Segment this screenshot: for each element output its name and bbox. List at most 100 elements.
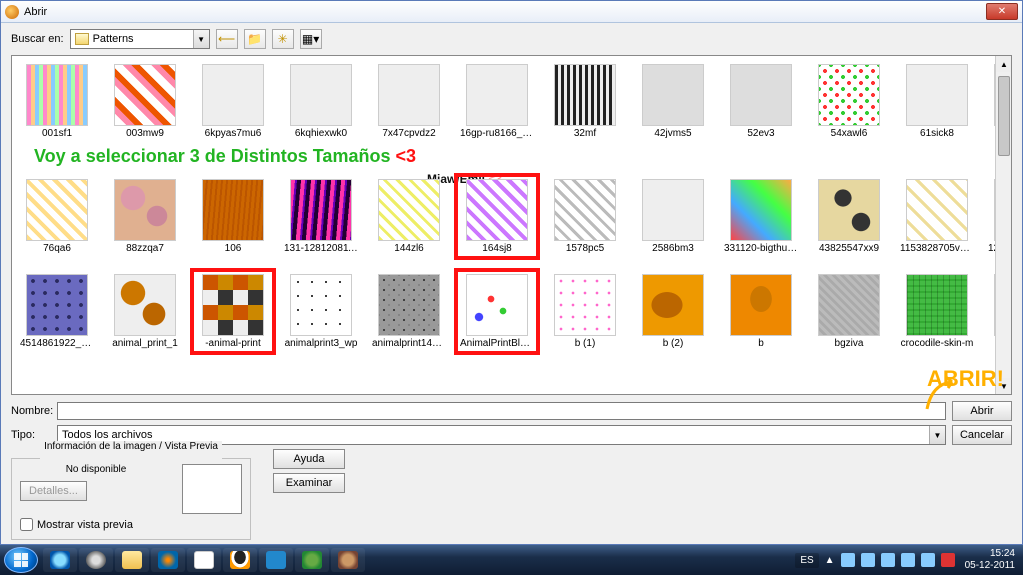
file-item[interactable]: 6kqhiexwk0 bbox=[284, 64, 358, 139]
file-item[interactable]: 6kpyas7mu6 bbox=[196, 64, 270, 139]
file-label: 76qa6 bbox=[20, 243, 94, 254]
file-label: animalprint3_wp bbox=[284, 338, 358, 349]
file-item[interactable]: 001sf1 bbox=[20, 64, 94, 139]
file-item[interactable]: 52ev3 bbox=[724, 64, 798, 139]
start-button[interactable] bbox=[4, 547, 38, 573]
file-label: 6kqhiexwk0 bbox=[284, 128, 358, 139]
file-item[interactable]: 144zl6 bbox=[372, 179, 446, 254]
taskbar-tux-icon[interactable] bbox=[223, 548, 257, 572]
file-item[interactable]: 1153828705v2h9S7 bbox=[900, 179, 974, 254]
taskbar-app2-icon[interactable] bbox=[331, 548, 365, 572]
file-thumbnail bbox=[290, 179, 352, 241]
close-button[interactable]: ✕ bbox=[986, 3, 1018, 20]
file-item[interactable]: 16gp-ru8166_md bbox=[460, 64, 534, 139]
taskbar-ie-icon[interactable] bbox=[43, 548, 77, 572]
new-folder-button[interactable]: ✳ bbox=[272, 29, 294, 49]
back-button[interactable]: ⟵ bbox=[216, 29, 238, 49]
file-label: b (1) bbox=[548, 338, 622, 349]
help-button[interactable]: Ayuda bbox=[273, 449, 345, 469]
file-label: 144zl6 bbox=[372, 243, 446, 254]
file-item[interactable]: 88zzqa7 bbox=[108, 179, 182, 254]
file-thumbnail bbox=[202, 64, 264, 126]
preview-not-available: No disponible bbox=[20, 464, 172, 475]
scroll-up-icon[interactable]: ▲ bbox=[996, 56, 1012, 72]
show-hidden-icon[interactable]: ▲ bbox=[825, 555, 835, 566]
taskbar-wmp-icon[interactable] bbox=[151, 548, 185, 572]
chevron-down-icon[interactable]: ▼ bbox=[929, 426, 945, 444]
file-list[interactable]: 001sf1 003mw9 6kpyas7mu6 6kqhiexwk0 7x47cpvd… bbox=[11, 55, 1012, 395]
vertical-scrollbar[interactable]: ▲ ▼ bbox=[995, 56, 1011, 394]
file-label: 003mw9 bbox=[108, 128, 182, 139]
file-item[interactable]: 2586bm3 bbox=[636, 179, 710, 254]
tray-volume-icon[interactable] bbox=[881, 553, 895, 567]
open-button[interactable]: Abrir bbox=[952, 401, 1012, 421]
cancel-button[interactable]: Cancelar bbox=[952, 425, 1012, 445]
file-label: 43825547xx9 bbox=[812, 243, 886, 254]
app-icon bbox=[5, 5, 19, 19]
file-item[interactable]: b bbox=[724, 274, 798, 349]
file-item[interactable]: 42jvms5 bbox=[636, 64, 710, 139]
file-thumbnail bbox=[642, 179, 704, 241]
file-item[interactable]: 61sick8 bbox=[900, 64, 974, 139]
file-label: 164sj8 bbox=[460, 243, 534, 254]
file-thumbnail bbox=[466, 64, 528, 126]
file-item[interactable]: AnimalPrintBlog... bbox=[460, 274, 534, 349]
scrollbar-thumb[interactable] bbox=[998, 76, 1010, 156]
file-item[interactable]: 003mw9 bbox=[108, 64, 182, 139]
file-item[interactable]: 54xawl6 bbox=[812, 64, 886, 139]
file-thumbnail bbox=[378, 179, 440, 241]
file-item[interactable]: animalprint14_wp bbox=[372, 274, 446, 349]
file-item[interactable]: b (2) bbox=[636, 274, 710, 349]
file-item[interactable]: 4514861922_e1b... bbox=[20, 274, 94, 349]
taskbar-hp-icon[interactable] bbox=[79, 548, 113, 572]
filename-input[interactable] bbox=[57, 402, 946, 420]
file-label: 52ev3 bbox=[724, 128, 798, 139]
file-thumbnail bbox=[906, 274, 968, 336]
file-item[interactable]: bgziva bbox=[812, 274, 886, 349]
folder-combo[interactable]: Patterns ▼ bbox=[70, 29, 210, 49]
taskbar-notepad-icon[interactable] bbox=[187, 548, 221, 572]
tray-ati-icon[interactable] bbox=[941, 553, 955, 567]
file-label: 1153828705v2h9S7 bbox=[900, 243, 974, 254]
file-item[interactable]: 164sj8 bbox=[460, 179, 534, 254]
file-item[interactable]: animal_print_1 bbox=[108, 274, 182, 349]
file-thumbnail bbox=[818, 179, 880, 241]
file-item[interactable]: 331120-bigthum... bbox=[724, 179, 798, 254]
chevron-down-icon[interactable]: ▼ bbox=[193, 30, 209, 48]
file-thumbnail bbox=[642, 64, 704, 126]
browse-button[interactable]: Examinar bbox=[273, 473, 345, 493]
file-item[interactable]: 106 bbox=[196, 179, 270, 254]
tray-bluetooth-icon[interactable] bbox=[921, 553, 935, 567]
taskbar-explorer-icon[interactable] bbox=[115, 548, 149, 572]
lookin-toolbar: Buscar en: Patterns ▼ ⟵ 📁 ✳ ▦▾ bbox=[11, 29, 1012, 49]
file-label: 16gp-ru8166_md bbox=[460, 128, 534, 139]
file-item[interactable]: 32mf bbox=[548, 64, 622, 139]
taskbar-clock[interactable]: 15:24 05-12-2011 bbox=[961, 548, 1019, 572]
file-label: crocodile-skin-m bbox=[900, 338, 974, 349]
tray-icon[interactable] bbox=[841, 553, 855, 567]
file-thumbnail bbox=[26, 64, 88, 126]
file-item[interactable]: animalprint3_wp bbox=[284, 274, 358, 349]
file-item[interactable]: -animal-print bbox=[196, 274, 270, 349]
file-thumbnail bbox=[730, 274, 792, 336]
view-menu-button[interactable]: ▦▾ bbox=[300, 29, 322, 49]
taskbar-app1-icon[interactable] bbox=[295, 548, 329, 572]
tray-icon[interactable] bbox=[901, 553, 915, 567]
file-item[interactable]: 131-1281208110-... bbox=[284, 179, 358, 254]
file-label: 32mf bbox=[548, 128, 622, 139]
show-preview-checkbox[interactable] bbox=[20, 518, 33, 531]
file-item[interactable]: b (1) bbox=[548, 274, 622, 349]
file-thumbnail bbox=[466, 274, 528, 336]
file-item[interactable]: crocodile-skin-m bbox=[900, 274, 974, 349]
file-thumbnail bbox=[466, 179, 528, 241]
taskbar-photoscape-icon[interactable] bbox=[259, 548, 293, 572]
scroll-down-icon[interactable]: ▼ bbox=[996, 378, 1012, 394]
file-item[interactable]: 76qa6 bbox=[20, 179, 94, 254]
file-label: animalprint14_wp bbox=[372, 338, 446, 349]
language-indicator[interactable]: ES bbox=[795, 553, 818, 568]
tray-network-icon[interactable] bbox=[861, 553, 875, 567]
file-item[interactable]: 1578pc5 bbox=[548, 179, 622, 254]
file-item[interactable]: 7x47cpvdz2 bbox=[372, 64, 446, 139]
up-folder-button[interactable]: 📁 bbox=[244, 29, 266, 49]
file-item[interactable]: 43825547xx9 bbox=[812, 179, 886, 254]
